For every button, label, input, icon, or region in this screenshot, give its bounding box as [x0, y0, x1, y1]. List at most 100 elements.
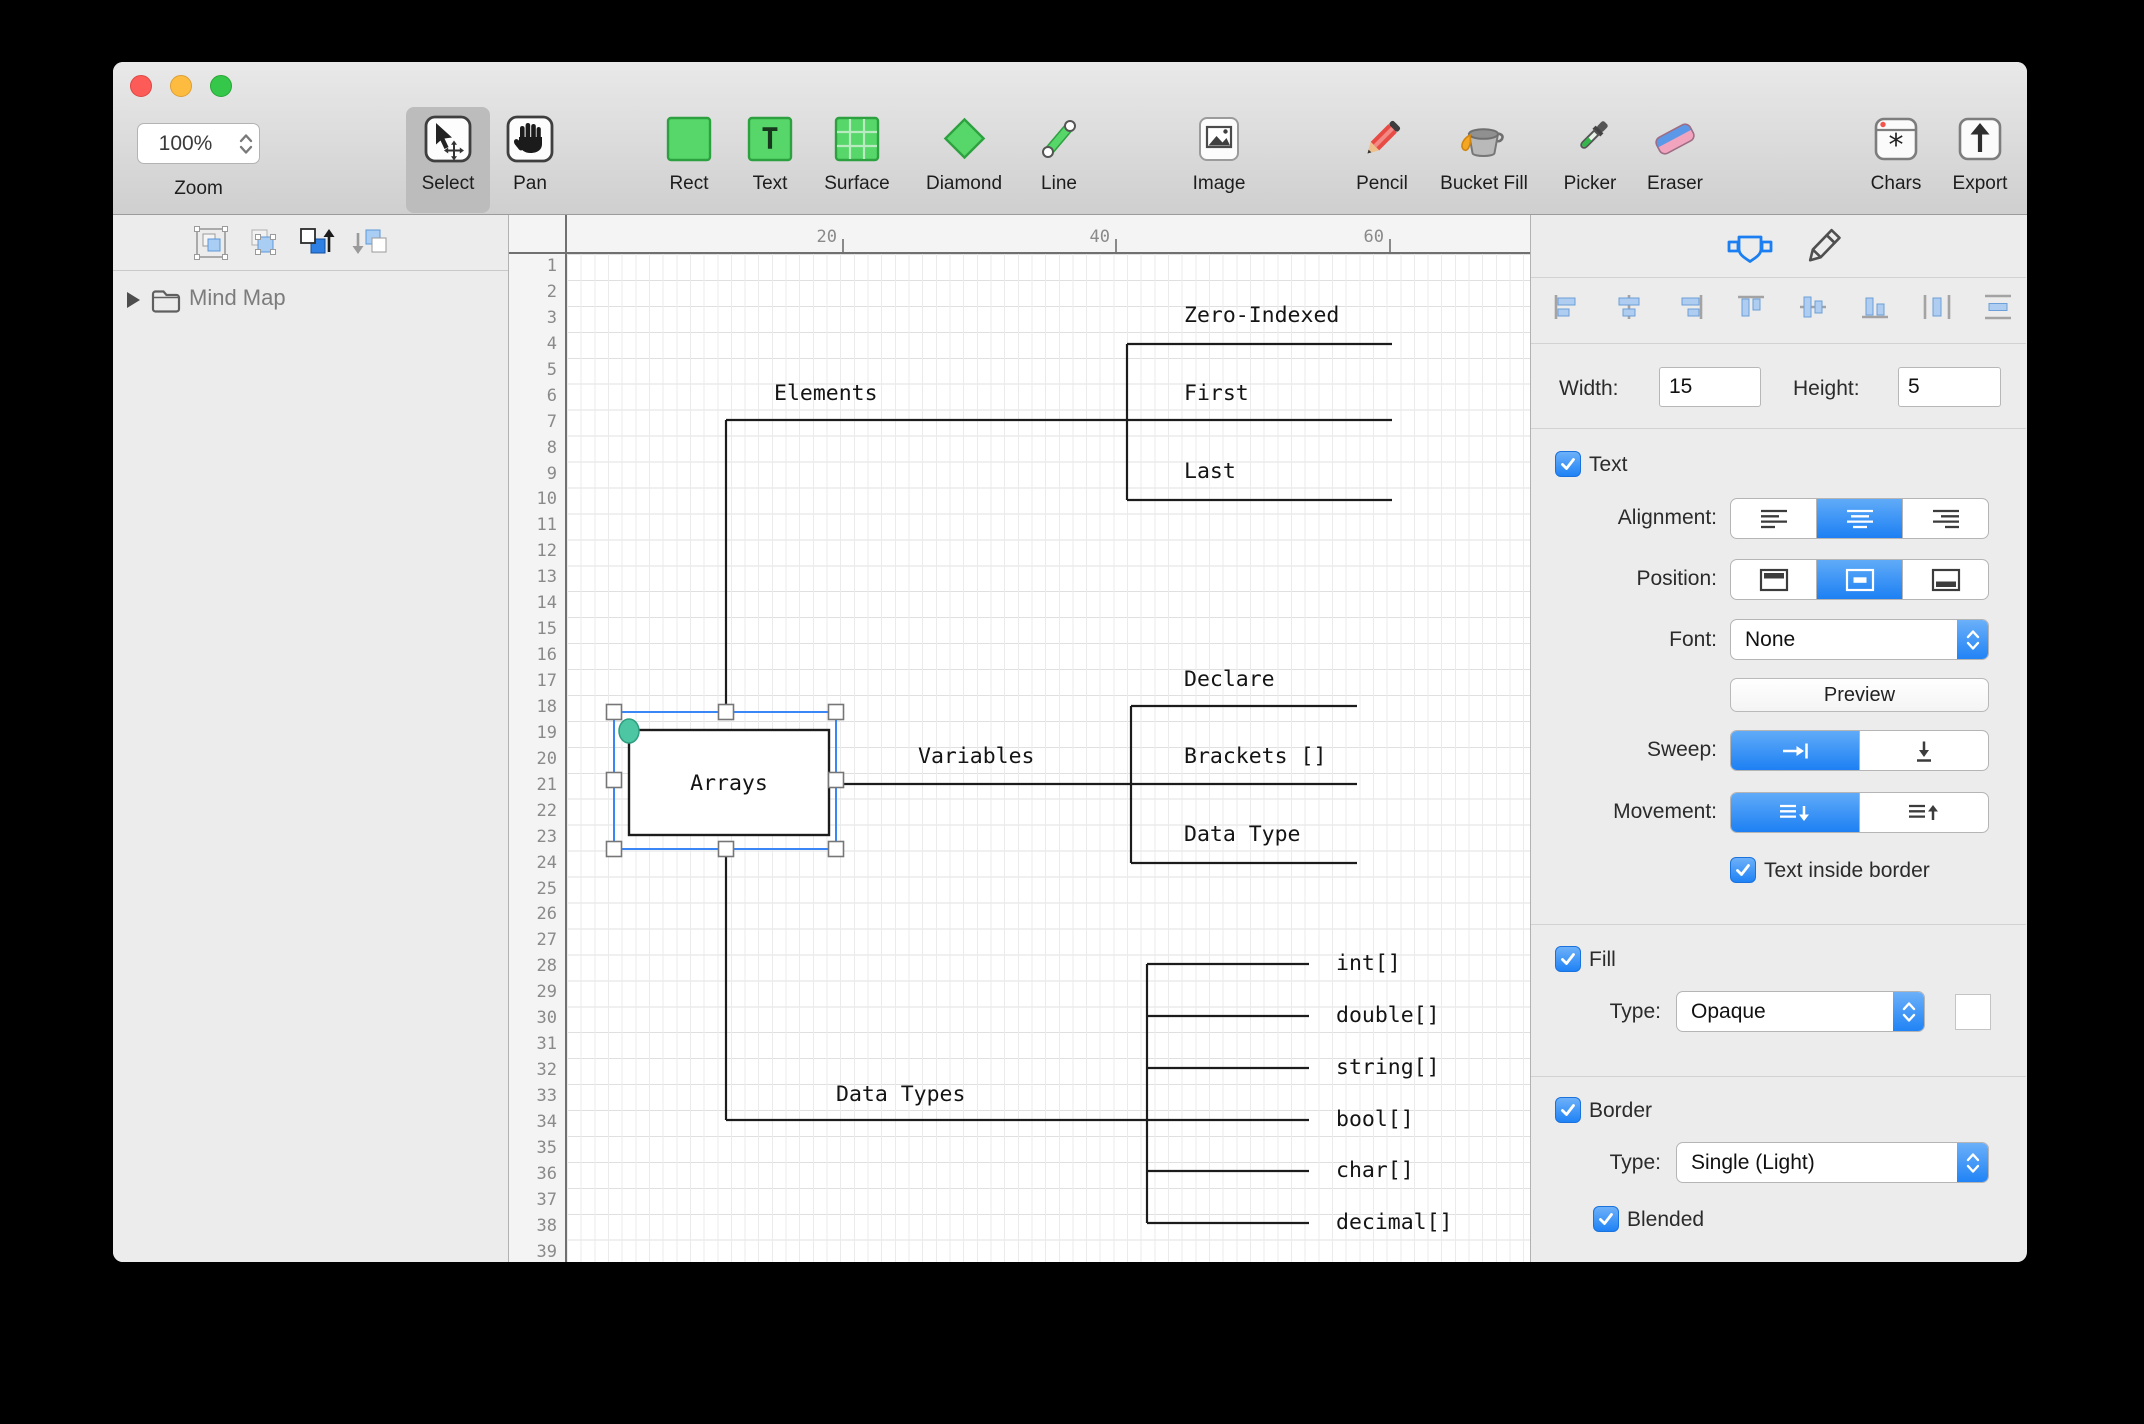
zoom-stepper[interactable]: 100% — [137, 123, 260, 164]
font-dropdown[interactable]: None — [1730, 619, 1989, 660]
align-text-left-option[interactable] — [1731, 499, 1817, 538]
mindmap-node-dot[interactable] — [619, 719, 639, 743]
minimize-button[interactable] — [170, 75, 192, 97]
ruler-row-11: 11 — [509, 513, 565, 539]
height-label: Height: — [1793, 377, 1860, 401]
align-right-button[interactable] — [1675, 293, 1705, 326]
tool-pencil[interactable]: Pencil — [1327, 107, 1437, 195]
align-center-v-button[interactable] — [1798, 293, 1828, 326]
hand-icon — [475, 107, 585, 171]
tool-eraser[interactable]: Eraser — [1620, 107, 1730, 195]
ruler-row-15: 15 — [509, 617, 565, 643]
align-center-h-button[interactable] — [1614, 293, 1644, 326]
position-middle-option[interactable] — [1817, 560, 1903, 599]
ruler-row-26: 26 — [509, 902, 565, 928]
align-text-center-option[interactable] — [1817, 499, 1903, 538]
selection-handle[interactable] — [829, 705, 844, 720]
drawing-canvas[interactable]: Zero-IndexedFirstLastElementsDeclareVari… — [567, 254, 1530, 1262]
green-grid-icon — [802, 107, 912, 171]
fill-checkbox-label: Fill — [1589, 948, 1616, 972]
width-input[interactable] — [1659, 367, 1761, 407]
blended-checkbox[interactable] — [1593, 1206, 1619, 1232]
disclosure-triangle-icon[interactable] — [127, 292, 140, 308]
folder-icon — [150, 287, 182, 320]
divider — [1531, 924, 2026, 925]
align-text-right-option[interactable] — [1903, 499, 1988, 538]
movement-up-option[interactable] — [1860, 793, 1988, 832]
tool-image[interactable]: Image — [1164, 107, 1274, 195]
movement-down-option[interactable] — [1731, 793, 1860, 832]
send-to-back-button[interactable] — [351, 225, 389, 266]
selection-handle[interactable] — [719, 842, 734, 857]
green-line-icon — [1004, 107, 1114, 171]
distribute-v-button[interactable] — [1983, 293, 2013, 326]
align-left-button[interactable] — [1552, 293, 1582, 326]
ruler-row-25: 25 — [509, 877, 565, 903]
sidebar-divider — [113, 270, 508, 271]
blended-label: Blended — [1627, 1208, 1704, 1232]
tool-pan[interactable]: Pan — [475, 107, 585, 195]
distribute-h-button[interactable] — [1922, 293, 1952, 326]
preview-button[interactable]: Preview — [1730, 678, 1989, 712]
selection-handle[interactable] — [829, 773, 844, 788]
tool-surface[interactable]: Surface — [802, 107, 912, 195]
ruler-row-20: 20 — [509, 747, 565, 773]
text-checkbox[interactable] — [1555, 451, 1581, 477]
fill-color-swatch[interactable] — [1955, 994, 1991, 1030]
tool-bucket-fill[interactable]: Bucket Fill — [1429, 107, 1539, 195]
ruler-row-19: 19 — [509, 721, 565, 747]
layer-button-strip — [113, 215, 508, 270]
selection-handle[interactable] — [719, 705, 734, 720]
border-checkbox[interactable] — [1555, 1097, 1581, 1123]
ruler-row-2: 2 — [509, 280, 565, 306]
eraser-icon — [1620, 107, 1730, 171]
tool-label: Image — [1164, 173, 1274, 195]
text-inside-border-checkbox[interactable] — [1730, 857, 1756, 883]
bring-to-front-button[interactable] — [297, 225, 335, 266]
canvas-text: string[] — [1336, 1055, 1440, 1080]
font-label: Font: — [1551, 628, 1717, 652]
divider — [1531, 428, 2026, 429]
alignment-label: Alignment: — [1551, 506, 1717, 530]
movement-segmented — [1730, 792, 1989, 833]
selection-handle[interactable] — [607, 705, 622, 720]
tool-line[interactable]: Line — [1004, 107, 1114, 195]
selection-handle[interactable] — [607, 773, 622, 788]
tool-diamond[interactable]: Diamond — [909, 107, 1019, 195]
select-shapes-button[interactable] — [245, 225, 281, 266]
sidebar: Mind Map — [113, 215, 509, 1262]
sidebar-item-mind-map[interactable]: Mind Map — [113, 279, 508, 323]
ruler-row-29: 29 — [509, 980, 565, 1006]
border-type-dropdown[interactable]: Single (Light) — [1676, 1142, 1989, 1183]
position-top-option[interactable] — [1731, 560, 1817, 599]
sweep-vertical-option[interactable] — [1860, 731, 1988, 770]
stepper-chevrons-icon[interactable] — [233, 131, 259, 157]
canvas-text: Variables — [918, 744, 1035, 769]
pencil-icon — [1327, 107, 1437, 171]
fill-type-dropdown[interactable]: Opaque — [1676, 991, 1925, 1032]
draw-properties-tab[interactable] — [1799, 227, 1845, 274]
tool-label: Bucket Fill — [1429, 173, 1539, 195]
tool-export[interactable]: Export — [1925, 107, 2027, 195]
ruler-tick — [1115, 239, 1117, 252]
selection-handle[interactable] — [607, 842, 622, 857]
height-input[interactable] — [1898, 367, 2001, 407]
zoom-label: Zoom — [137, 178, 260, 200]
align-top-button[interactable] — [1736, 293, 1766, 326]
toolbar: 100% Zoom Select PanRect TText SurfaceDi… — [113, 62, 2027, 215]
dropdown-stepper-icon — [1957, 1142, 1988, 1183]
fill-checkbox[interactable] — [1555, 946, 1581, 972]
align-bottom-button[interactable] — [1860, 293, 1890, 326]
fullscreen-button[interactable] — [210, 75, 232, 97]
ruler-row-1: 1 — [509, 254, 565, 280]
sidebar-item-label: Mind Map — [189, 285, 286, 311]
selection-handle[interactable] — [829, 842, 844, 857]
position-bottom-option[interactable] — [1903, 560, 1988, 599]
select-group-button[interactable] — [193, 225, 229, 266]
close-button[interactable] — [130, 75, 152, 97]
sweep-horizontal-option[interactable] — [1731, 731, 1860, 770]
object-properties-tab[interactable] — [1727, 227, 1773, 274]
ruler-row-35: 35 — [509, 1136, 565, 1162]
dropdown-stepper-icon — [1957, 619, 1988, 660]
ruler-row-4: 4 — [509, 332, 565, 358]
